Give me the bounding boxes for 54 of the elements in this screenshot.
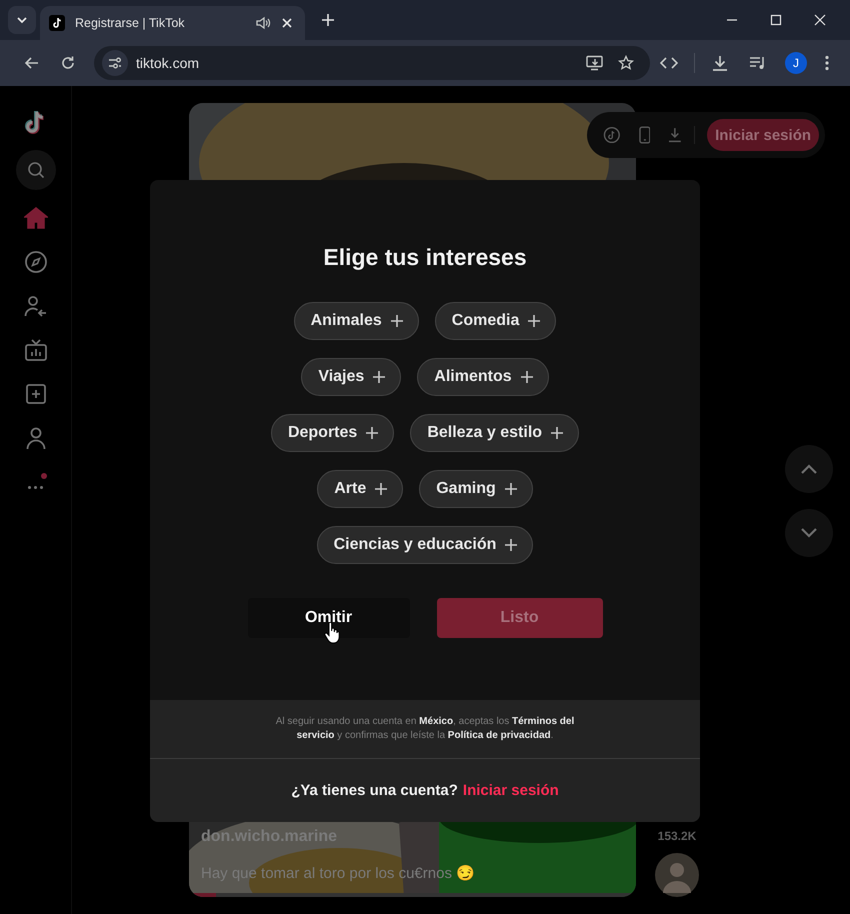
plus-icon [504,538,518,552]
interest-chip[interactable]: Deportes [270,414,394,452]
plus-icon [550,426,564,440]
interest-chip[interactable]: Comedia [434,302,556,340]
like-count: 153.2K [658,829,696,843]
phone-icon[interactable] [638,126,650,144]
interest-chip[interactable]: Belleza y estilo [410,414,580,452]
search-button[interactable] [16,150,56,190]
login-prompt: ¿Ya tienes una cuenta? [291,782,458,799]
search-icon [26,161,44,179]
coin-icon[interactable] [603,126,621,144]
interest-chip[interactable]: Viajes [301,358,402,396]
speaker-icon[interactable] [255,15,271,31]
new-tab-icon[interactable] [321,13,335,27]
plus-icon [372,370,386,384]
plus-icon [365,426,380,440]
address-bar[interactable]: tiktok.com [94,46,650,80]
hand-cursor-icon [324,622,340,644]
interest-chip[interactable]: Arte [317,470,404,508]
terms-notice: Al seguir usando una cuenta en México, aceptas los Términos del servicio y confirmas que leíste la Política de privacidad. [275,715,575,743]
plus-icon [504,482,518,496]
notification-dot [40,473,46,479]
menu-icon[interactable] [825,55,829,71]
skip-button[interactable]: Omitir [248,598,410,638]
interest-chip[interactable]: Ciencias y educación [316,526,534,564]
interest-chip[interactable]: Gaming [419,470,533,508]
interest-chip[interactable]: Alimentos [417,358,549,396]
maximize-icon[interactable] [770,14,782,26]
back-arrow-icon[interactable] [24,55,40,71]
music-note-icon [49,15,65,31]
close-icon[interactable] [814,14,826,26]
browser-tab[interactable]: Registrarse | TikTok [40,6,305,40]
star-icon[interactable] [618,55,634,71]
avatar[interactable] [655,853,699,897]
url-text: tiktok.com [136,55,200,71]
reload-icon[interactable] [60,55,76,71]
close-icon[interactable] [281,17,293,29]
install-app-icon[interactable] [586,55,604,71]
tab-title: Registrarse | TikTok [75,16,186,30]
interest-chip[interactable]: Animales [294,302,419,340]
profile-avatar[interactable]: J [785,52,807,74]
tab-search-button[interactable] [8,6,36,34]
download-icon[interactable] [711,54,729,72]
dialog-title: Elige tus intereses [323,244,527,271]
chevron-down-icon [800,527,818,539]
login-link[interactable]: Iniciar sesión [462,782,559,799]
plus-icon [520,370,534,384]
code-icon[interactable] [660,56,678,70]
media-queue-icon[interactable] [749,55,767,71]
plus-icon [527,314,542,328]
plus-icon [390,314,404,328]
plus-icon [374,482,388,496]
chevron-up-icon [800,463,818,475]
site-settings-icon[interactable] [102,50,128,76]
